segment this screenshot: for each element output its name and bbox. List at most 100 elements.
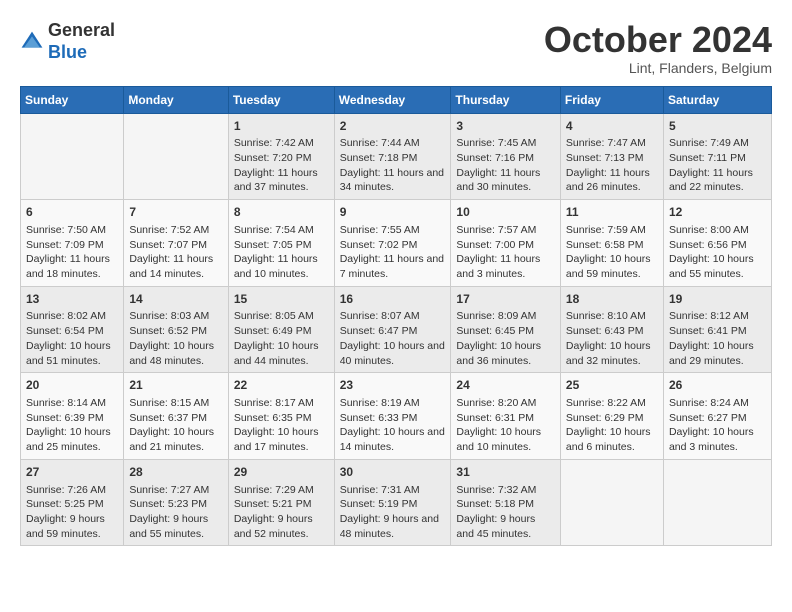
sunset-text: Sunset: 7:05 PM [234, 238, 329, 253]
sunrise-text: Sunrise: 7:47 AM [566, 136, 658, 151]
day-number: 24 [456, 377, 555, 394]
calendar-week-row: 20Sunrise: 8:14 AMSunset: 6:39 PMDayligh… [21, 373, 772, 460]
calendar-cell: 28Sunrise: 7:27 AMSunset: 5:23 PMDayligh… [124, 459, 228, 546]
sunrise-text: Sunrise: 8:02 AM [26, 309, 118, 324]
daylight-text: Daylight: 11 hours and 30 minutes. [456, 166, 555, 195]
calendar-cell: 18Sunrise: 8:10 AMSunset: 6:43 PMDayligh… [560, 286, 663, 373]
sunset-text: Sunset: 6:29 PM [566, 411, 658, 426]
daylight-text: Daylight: 11 hours and 34 minutes. [340, 166, 446, 195]
calendar-cell: 3Sunrise: 7:45 AMSunset: 7:16 PMDaylight… [451, 113, 561, 200]
daylight-text: Daylight: 11 hours and 18 minutes. [26, 252, 118, 281]
daylight-text: Daylight: 11 hours and 7 minutes. [340, 252, 446, 281]
calendar-cell: 27Sunrise: 7:26 AMSunset: 5:25 PMDayligh… [21, 459, 124, 546]
sunset-text: Sunset: 5:19 PM [340, 497, 446, 512]
sunrise-text: Sunrise: 8:14 AM [26, 396, 118, 411]
location-subtitle: Lint, Flanders, Belgium [544, 60, 772, 76]
day-number: 28 [129, 464, 222, 481]
calendar-cell: 25Sunrise: 8:22 AMSunset: 6:29 PMDayligh… [560, 373, 663, 460]
calendar-cell: 16Sunrise: 8:07 AMSunset: 6:47 PMDayligh… [334, 286, 451, 373]
daylight-text: Daylight: 10 hours and 14 minutes. [340, 425, 446, 454]
sunrise-text: Sunrise: 7:31 AM [340, 483, 446, 498]
daylight-text: Daylight: 10 hours and 51 minutes. [26, 339, 118, 368]
sunset-text: Sunset: 6:47 PM [340, 324, 446, 339]
daylight-text: Daylight: 10 hours and 25 minutes. [26, 425, 118, 454]
day-number: 13 [26, 291, 118, 308]
daylight-text: Daylight: 10 hours and 10 minutes. [456, 425, 555, 454]
title-block: October 2024 Lint, Flanders, Belgium [544, 20, 772, 76]
sunset-text: Sunset: 7:16 PM [456, 151, 555, 166]
day-number: 15 [234, 291, 329, 308]
calendar-cell [560, 459, 663, 546]
sunset-text: Sunset: 7:11 PM [669, 151, 766, 166]
daylight-text: Daylight: 9 hours and 48 minutes. [340, 512, 446, 541]
sunrise-text: Sunrise: 7:50 AM [26, 223, 118, 238]
daylight-text: Daylight: 10 hours and 6 minutes. [566, 425, 658, 454]
daylight-text: Daylight: 10 hours and 32 minutes. [566, 339, 658, 368]
calendar-week-row: 6Sunrise: 7:50 AMSunset: 7:09 PMDaylight… [21, 200, 772, 287]
sunrise-text: Sunrise: 8:24 AM [669, 396, 766, 411]
calendar-cell: 2Sunrise: 7:44 AMSunset: 7:18 PMDaylight… [334, 113, 451, 200]
day-number: 21 [129, 377, 222, 394]
calendar-cell [663, 459, 771, 546]
day-number: 8 [234, 204, 329, 221]
day-number: 9 [340, 204, 446, 221]
daylight-text: Daylight: 11 hours and 26 minutes. [566, 166, 658, 195]
day-number: 11 [566, 204, 658, 221]
calendar-header-row: SundayMondayTuesdayWednesdayThursdayFrid… [21, 86, 772, 113]
daylight-text: Daylight: 9 hours and 45 minutes. [456, 512, 555, 541]
day-number: 25 [566, 377, 658, 394]
sunrise-text: Sunrise: 8:12 AM [669, 309, 766, 324]
sunrise-text: Sunrise: 8:20 AM [456, 396, 555, 411]
sunset-text: Sunset: 6:37 PM [129, 411, 222, 426]
sunset-text: Sunset: 7:02 PM [340, 238, 446, 253]
day-number: 3 [456, 118, 555, 135]
sunset-text: Sunset: 6:39 PM [26, 411, 118, 426]
day-number: 29 [234, 464, 329, 481]
day-number: 22 [234, 377, 329, 394]
daylight-text: Daylight: 10 hours and 55 minutes. [669, 252, 766, 281]
day-number: 14 [129, 291, 222, 308]
calendar-cell: 6Sunrise: 7:50 AMSunset: 7:09 PMDaylight… [21, 200, 124, 287]
sunset-text: Sunset: 6:35 PM [234, 411, 329, 426]
day-number: 10 [456, 204, 555, 221]
page-header: General Blue October 2024 Lint, Flanders… [20, 20, 772, 76]
day-number: 17 [456, 291, 555, 308]
calendar-cell: 5Sunrise: 7:49 AMSunset: 7:11 PMDaylight… [663, 113, 771, 200]
day-number: 16 [340, 291, 446, 308]
day-number: 2 [340, 118, 446, 135]
sunset-text: Sunset: 5:18 PM [456, 497, 555, 512]
sunrise-text: Sunrise: 8:07 AM [340, 309, 446, 324]
calendar-cell: 17Sunrise: 8:09 AMSunset: 6:45 PMDayligh… [451, 286, 561, 373]
calendar-cell: 22Sunrise: 8:17 AMSunset: 6:35 PMDayligh… [228, 373, 334, 460]
sunset-text: Sunset: 6:27 PM [669, 411, 766, 426]
header-wednesday: Wednesday [334, 86, 451, 113]
calendar-cell: 21Sunrise: 8:15 AMSunset: 6:37 PMDayligh… [124, 373, 228, 460]
sunset-text: Sunset: 6:56 PM [669, 238, 766, 253]
header-monday: Monday [124, 86, 228, 113]
calendar-week-row: 1Sunrise: 7:42 AMSunset: 7:20 PMDaylight… [21, 113, 772, 200]
sunset-text: Sunset: 7:09 PM [26, 238, 118, 253]
sunrise-text: Sunrise: 7:45 AM [456, 136, 555, 151]
calendar-cell: 30Sunrise: 7:31 AMSunset: 5:19 PMDayligh… [334, 459, 451, 546]
sunrise-text: Sunrise: 8:19 AM [340, 396, 446, 411]
calendar-cell: 10Sunrise: 7:57 AMSunset: 7:00 PMDayligh… [451, 200, 561, 287]
sunrise-text: Sunrise: 8:17 AM [234, 396, 329, 411]
logo: General Blue [20, 20, 115, 63]
logo-icon [20, 30, 44, 54]
calendar-week-row: 27Sunrise: 7:26 AMSunset: 5:25 PMDayligh… [21, 459, 772, 546]
calendar-cell: 15Sunrise: 8:05 AMSunset: 6:49 PMDayligh… [228, 286, 334, 373]
sunset-text: Sunset: 5:23 PM [129, 497, 222, 512]
calendar-cell: 31Sunrise: 7:32 AMSunset: 5:18 PMDayligh… [451, 459, 561, 546]
calendar-cell: 26Sunrise: 8:24 AMSunset: 6:27 PMDayligh… [663, 373, 771, 460]
sunset-text: Sunset: 6:49 PM [234, 324, 329, 339]
daylight-text: Daylight: 11 hours and 14 minutes. [129, 252, 222, 281]
sunrise-text: Sunrise: 8:05 AM [234, 309, 329, 324]
daylight-text: Daylight: 10 hours and 59 minutes. [566, 252, 658, 281]
daylight-text: Daylight: 9 hours and 55 minutes. [129, 512, 222, 541]
daylight-text: Daylight: 9 hours and 52 minutes. [234, 512, 329, 541]
sunset-text: Sunset: 6:43 PM [566, 324, 658, 339]
sunrise-text: Sunrise: 8:09 AM [456, 309, 555, 324]
calendar-cell: 13Sunrise: 8:02 AMSunset: 6:54 PMDayligh… [21, 286, 124, 373]
sunset-text: Sunset: 7:20 PM [234, 151, 329, 166]
day-number: 5 [669, 118, 766, 135]
